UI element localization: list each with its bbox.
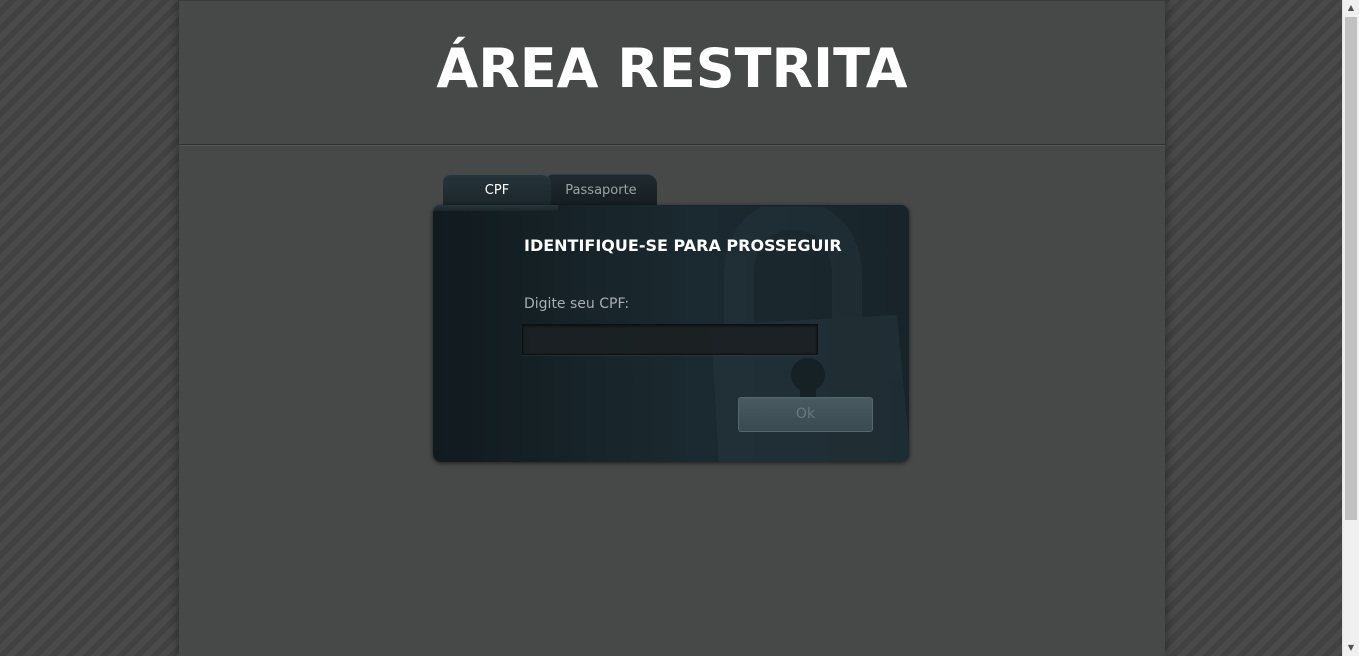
tab-cpf-label: CPF bbox=[484, 183, 510, 198]
tab-passaporte[interactable]: Passaporte bbox=[545, 174, 657, 209]
scroll-down-icon[interactable]: ▼ bbox=[1343, 640, 1359, 656]
header-divider bbox=[179, 144, 1165, 146]
panel-heading: IDENTIFIQUE-SE PARA PROSSEGUIR bbox=[524, 236, 842, 255]
page-container: ÁREA RESTRITA CPF Passaporte IDENTIFIQUE… bbox=[179, 0, 1165, 656]
page-title: ÁREA RESTRITA bbox=[436, 37, 908, 100]
scrollbar-thumb[interactable] bbox=[1345, 17, 1357, 520]
ok-button[interactable]: Ok bbox=[738, 397, 873, 432]
vertical-scrollbar[interactable]: ▲ ▼ bbox=[1342, 0, 1359, 656]
tab-passaporte-label: Passaporte bbox=[565, 183, 637, 198]
top-border bbox=[179, 0, 1165, 1]
tab-cpf[interactable]: CPF bbox=[443, 174, 551, 209]
login-panel: IDENTIFIQUE-SE PARA PROSSEGUIR Digite se… bbox=[433, 205, 909, 462]
cpf-field-label: Digite seu CPF: bbox=[524, 296, 630, 312]
scroll-up-icon[interactable]: ▲ bbox=[1343, 0, 1359, 16]
cpf-input[interactable] bbox=[522, 324, 818, 355]
active-tab-connector bbox=[433, 205, 558, 211]
